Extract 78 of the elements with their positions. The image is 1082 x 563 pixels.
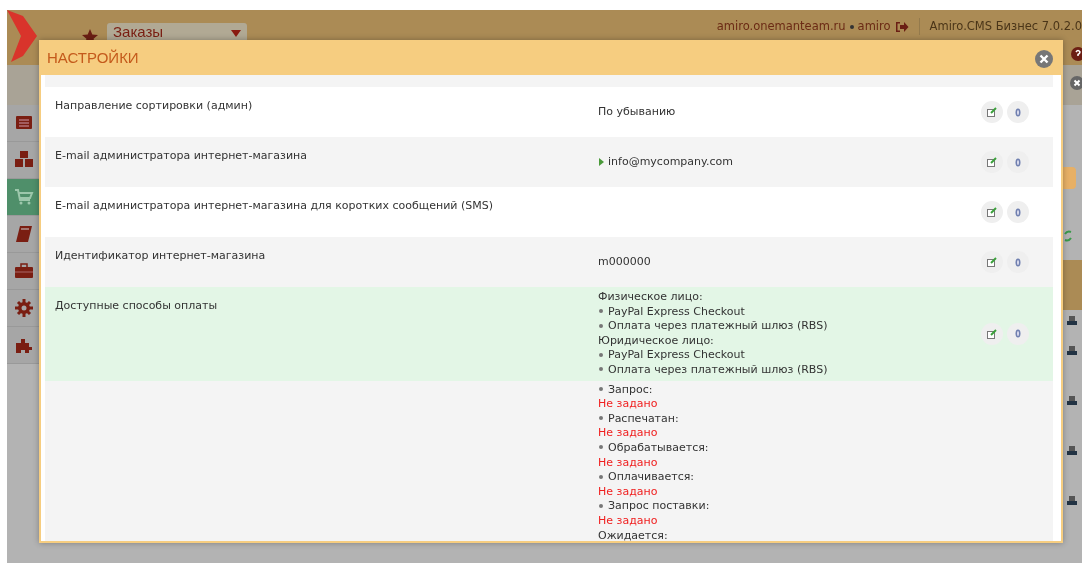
caret-icon [231, 30, 241, 37]
unset-value: Не задано [598, 455, 658, 469]
cart-icon [13, 187, 34, 207]
unset-value: Не задано [598, 426, 658, 440]
edit-icon [987, 328, 997, 339]
bullet-icon [599, 416, 603, 421]
unset-value: Не задано [598, 397, 658, 411]
setting-label: E-mail администратора интернет-магазина для коротких сообщений (SMS) [55, 199, 493, 212]
user-link[interactable]: amiro [857, 18, 891, 36]
setting-value: Обрабатывается: [608, 440, 709, 454]
setting-value: PayPal Express Checkout [608, 348, 745, 362]
setting-value: Запрос: [608, 382, 653, 396]
setting-value: Распечатан: [608, 411, 679, 425]
bullet-icon [599, 503, 603, 508]
setting-value: PayPal Express Checkout [608, 304, 745, 318]
reset-icon [1015, 207, 1021, 217]
edit-button[interactable] [981, 101, 1003, 123]
refresh-icon [1063, 229, 1073, 243]
close-button[interactable] [1035, 49, 1053, 68]
edit-button[interactable] [981, 201, 1003, 223]
reset-icon [1015, 329, 1021, 339]
printer-icon[interactable] [1067, 396, 1077, 406]
printer-icon[interactable] [1067, 316, 1077, 326]
edit-button[interactable] [981, 322, 1003, 345]
unset-value: Не задано [598, 513, 658, 527]
setting-value: info@mycompany.com [608, 154, 733, 168]
sidebar-item[interactable] [7, 179, 40, 216]
book-icon [13, 224, 34, 244]
setting-value: По убыванию [598, 104, 676, 118]
reset-button[interactable] [1007, 322, 1029, 345]
setting-value: Оплата через платежный шлюз (RBS) [608, 362, 828, 376]
gear-icon [13, 298, 34, 318]
setting-value: Запрос поставки: [608, 499, 710, 513]
product-version: Amiro.CMS Бизнес 7.0.2.0 [918, 18, 1082, 36]
printer-icon[interactable] [1067, 496, 1077, 506]
logout-icon[interactable] [894, 20, 909, 33]
help-icon [1071, 47, 1082, 61]
group-heading: Ожидается: [598, 528, 668, 541]
reset-button[interactable] [1007, 201, 1029, 223]
bullet-icon [599, 323, 603, 328]
edit-button[interactable] [981, 151, 1003, 173]
group-heading: Физическое лицо: [598, 290, 703, 303]
group-heading: Юридическое лицо: [598, 333, 714, 347]
bullet-icon [599, 309, 603, 314]
bullet-icon [599, 352, 603, 357]
setting-value: Оплачивается: [608, 470, 695, 484]
edit-icon [987, 257, 997, 267]
setting-label: Идентификатор интернет-магазина [55, 249, 266, 262]
edit-button[interactable] [981, 251, 1003, 273]
edit-icon [987, 207, 997, 217]
bullet-icon [599, 474, 603, 479]
reset-icon [1015, 107, 1021, 117]
unset-value: Не задано [598, 484, 658, 498]
printer-icon[interactable] [1067, 446, 1077, 456]
setting-label: E-mail администратора интернет-магазина [55, 149, 307, 162]
reset-icon [1015, 257, 1021, 267]
site-host: amiro.onemanteam.ru [716, 18, 846, 35]
reset-icon [1015, 157, 1021, 167]
boxes-icon [13, 150, 34, 170]
printer-icon[interactable] [1067, 346, 1077, 356]
edit-icon [987, 107, 997, 117]
bullet-icon [599, 445, 603, 450]
bullet-icon [599, 387, 603, 392]
setting-value: Оплата через платежный шлюз (RBS) [608, 319, 828, 333]
reset-button[interactable] [1007, 101, 1029, 123]
bullet-icon [849, 24, 854, 29]
edit-icon [987, 157, 997, 167]
briefcase-icon [13, 261, 34, 281]
close-icon [1070, 76, 1082, 90]
setting-label: Доступные способы оплаты [55, 299, 218, 312]
panel-strip [1062, 260, 1082, 310]
dialog-title: НАСТРОЙКИ [47, 48, 139, 69]
setting-value: m000000 [598, 254, 651, 268]
reset-button[interactable] [1007, 251, 1029, 273]
expand-icon[interactable] [599, 157, 604, 166]
bullet-icon [599, 367, 603, 372]
reset-button[interactable] [1007, 151, 1029, 173]
setting-label: Направление сортировки (админ) [55, 99, 253, 112]
